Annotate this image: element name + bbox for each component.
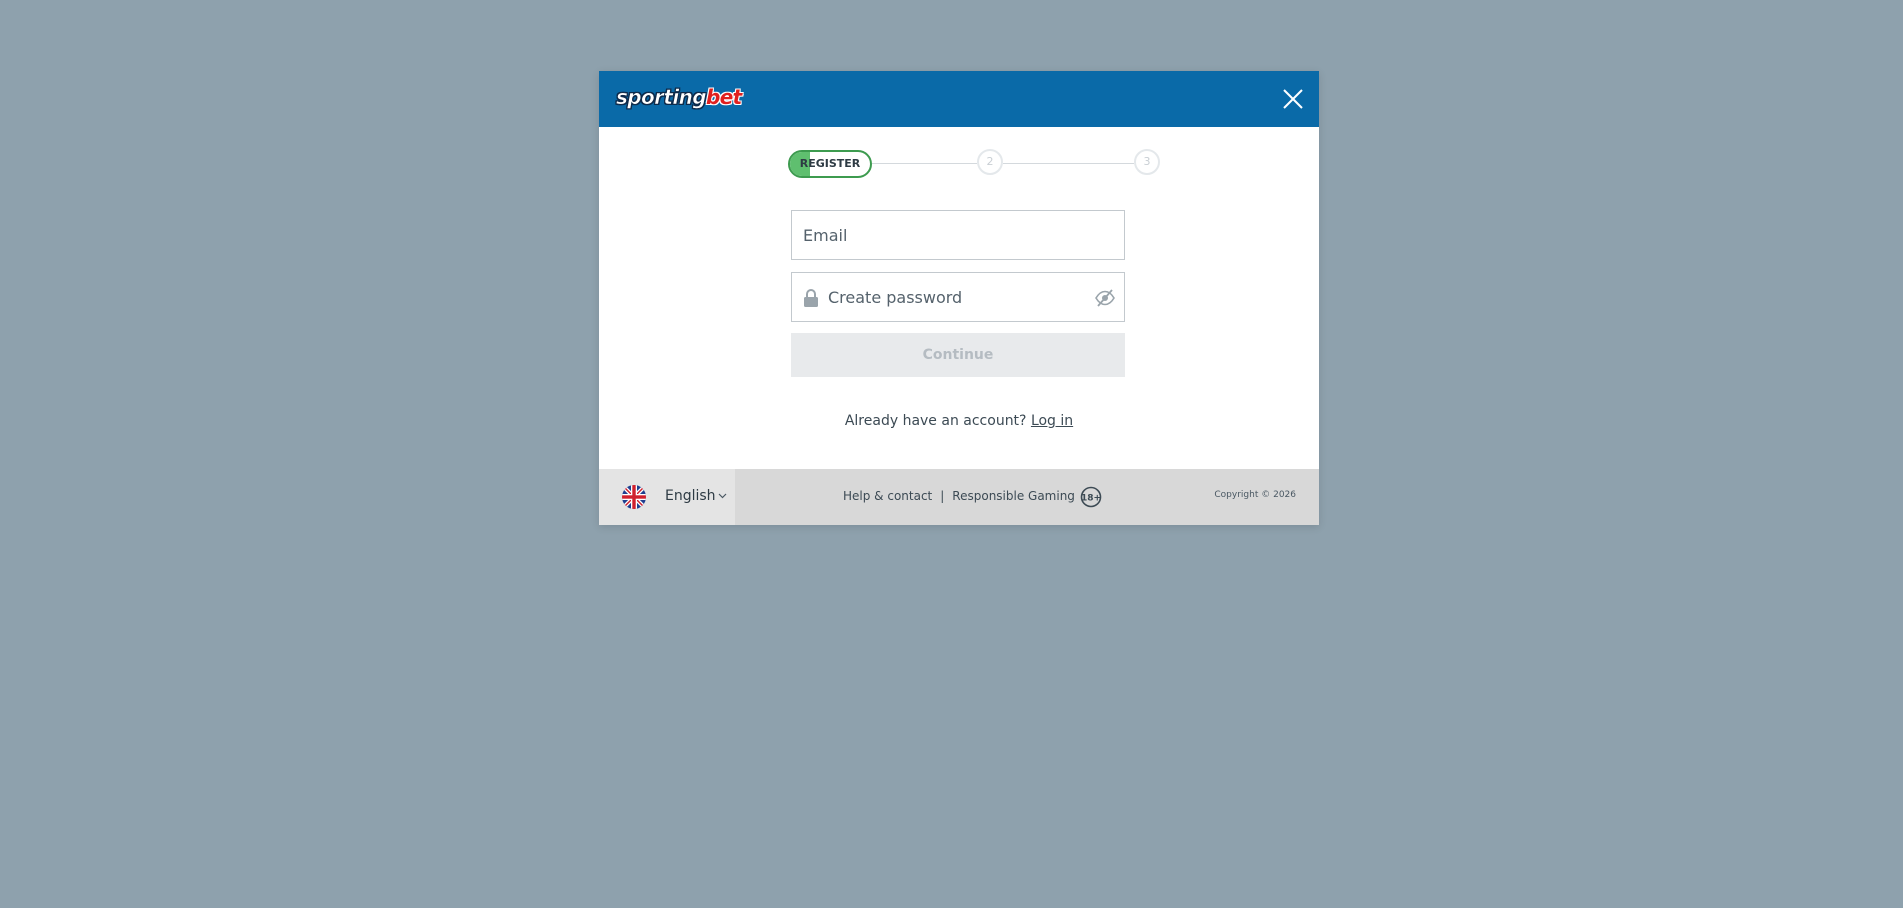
age-18-plus-icon[interactable]: 18+ <box>1080 486 1102 508</box>
language-label: English <box>665 488 716 504</box>
age-badge-text: 18+ <box>1081 494 1101 504</box>
modal-footer: English Help & contact | Responsible Gamin… <box>599 469 1319 525</box>
logo-text-sporting: sporting <box>616 85 707 109</box>
modal-header: sportingbet <box>599 71 1319 127</box>
close-button[interactable] <box>1279 85 1307 113</box>
email-field <box>791 210 1125 260</box>
step-2-circle: 2 <box>977 149 1003 175</box>
language-selector[interactable]: English <box>599 469 735 525</box>
eye-off-icon[interactable] <box>1094 287 1116 309</box>
password-input[interactable] <box>792 273 1124 321</box>
footer-links: Help & contact | Responsible Gaming <box>843 489 1075 503</box>
chevron-down-icon <box>718 493 727 499</box>
registration-modal: sportingbet REGISTER 2 3 Email Continue … <box>599 71 1319 525</box>
responsible-gaming-link[interactable]: Responsible Gaming <box>952 489 1075 503</box>
footer-separator: | <box>940 489 945 503</box>
login-prompt-text: Already have an account? <box>844 413 1027 429</box>
copyright-text: Copyright © 2026 <box>1214 490 1296 500</box>
login-link[interactable]: Log in <box>1031 413 1073 429</box>
help-contact-link[interactable]: Help & contact <box>843 489 932 503</box>
registration-stepper: REGISTER 2 3 <box>788 149 1160 179</box>
step-3-circle: 3 <box>1134 149 1160 175</box>
step-register-active: REGISTER <box>788 150 872 178</box>
lock-icon <box>804 289 818 307</box>
login-prompt-row: Already have an account? Log in <box>599 413 1319 429</box>
step-register-label: REGISTER <box>799 157 861 170</box>
close-icon <box>1283 89 1303 109</box>
continue-button[interactable]: Continue <box>791 333 1125 377</box>
stepper-line-2 <box>1003 163 1134 164</box>
email-input[interactable] <box>792 211 1124 259</box>
logo-text-bet: bet <box>706 85 742 109</box>
sportingbet-logo: sportingbet <box>616 85 743 109</box>
password-field <box>791 272 1125 322</box>
stepper-line-1 <box>872 163 977 164</box>
uk-flag-icon <box>622 485 646 509</box>
